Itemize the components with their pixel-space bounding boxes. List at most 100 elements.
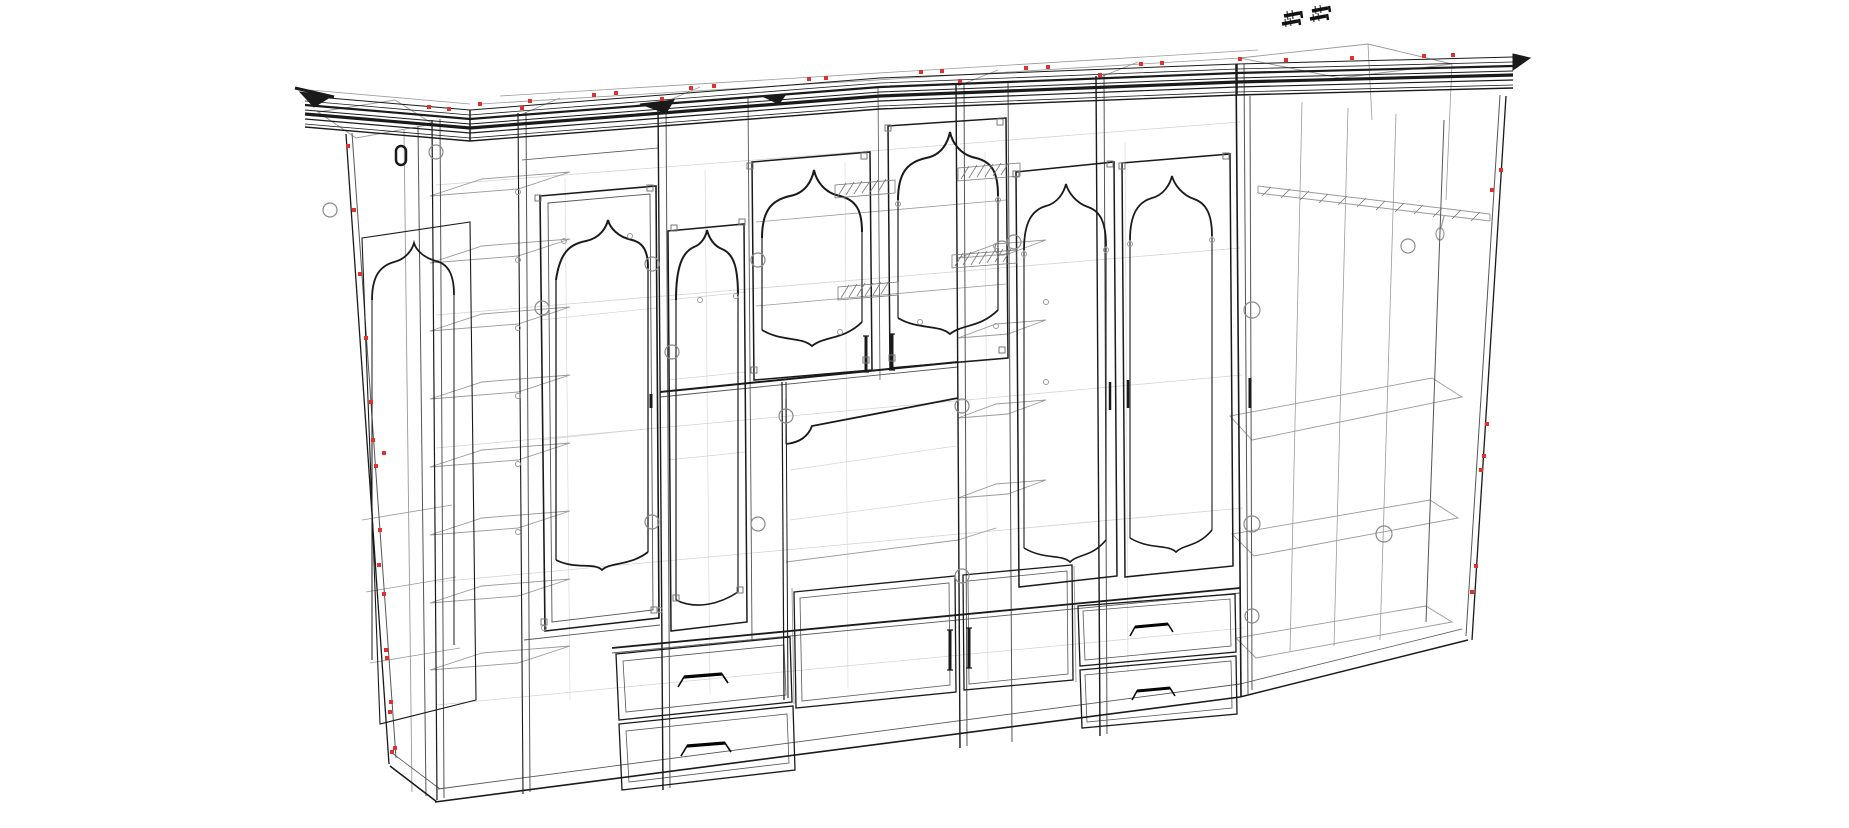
vertex-markers-square <box>1046 65 1050 69</box>
dark-structure-path <box>786 398 958 444</box>
vertex-markers-square <box>1139 62 1143 66</box>
dark-structure <box>295 54 1530 802</box>
mid-structure-path <box>1008 82 1012 742</box>
mid-structure-path <box>440 119 444 798</box>
dark-structure-path <box>1130 530 1212 552</box>
vertex-markers-square <box>385 656 389 660</box>
dark-structure-path <box>305 127 470 141</box>
backdrop-faint-lines-path <box>790 498 956 520</box>
shelf-pin-circles-circle <box>1044 380 1049 385</box>
carcass-gray-structure-path <box>756 200 1006 222</box>
backdrop-faint-lines-path <box>668 452 746 460</box>
vertex-markers-square <box>592 93 596 97</box>
vertex-markers-square <box>1470 590 1474 594</box>
dark-structure-path <box>762 322 862 346</box>
vertex-markers-square <box>369 400 373 404</box>
dark-structure-path <box>676 592 738 605</box>
carcass-gray-structure-path <box>1368 44 1372 120</box>
carcass-gray-structure-path <box>958 480 1046 498</box>
shelf-pin-circles-circle <box>628 234 633 239</box>
hardware-fastener-screws-path <box>1329 6 1330 12</box>
vertex-markers-square <box>478 102 482 106</box>
vertex-markers-square <box>940 69 944 73</box>
carcass-gray-structure-path <box>1441 216 1444 228</box>
hardware-fastener-screws-path <box>1299 19 1300 25</box>
mid-structure-path <box>438 684 1240 789</box>
vertex-markers-square <box>1499 168 1503 172</box>
dark-structure-path <box>518 113 523 794</box>
dark-structure-path <box>432 120 437 800</box>
dark-structure-path <box>619 706 795 790</box>
vertex-markers-square <box>1098 73 1102 77</box>
vertex-markers-square <box>689 86 693 90</box>
dark-structure-path <box>540 186 659 631</box>
dark-structure-path <box>782 382 784 700</box>
hinge-cup-circles-circle <box>751 517 765 531</box>
dark-structure-path <box>963 565 1073 690</box>
hatch-patches-and-rail-threads-path <box>958 163 1020 181</box>
shelf-pin-circles-circle <box>698 298 703 303</box>
carcass-gray-structure-path <box>1232 500 1458 556</box>
hinge-cup-circles-circle <box>1244 302 1260 318</box>
backdrop-faint-lines-path <box>705 170 710 695</box>
carcass-gray-structure-path <box>1290 102 1302 652</box>
hinge-cup-circles-circle <box>955 569 969 583</box>
backdrop-faint-lines-path <box>436 375 1242 448</box>
backdrop-faint-lines-path <box>436 508 1243 582</box>
mid-structure-path <box>623 645 786 712</box>
mid-structure-path <box>522 148 658 160</box>
mid-structure-path <box>1426 120 1444 622</box>
vertex-markers-square <box>1451 53 1455 57</box>
vertex-markers-square <box>919 70 923 74</box>
carcass-gray-structure-path <box>1334 108 1348 646</box>
dark-structure-path <box>1130 176 1212 240</box>
carcass-gray-structure-path <box>370 648 460 663</box>
dark-structure-path <box>556 220 648 280</box>
mid-structure-path <box>878 88 880 380</box>
dark-structure-path <box>435 697 1240 802</box>
vertex-markers-square <box>427 105 431 109</box>
vertex-markers-square <box>1479 468 1483 472</box>
hardware-fastener-screws <box>1282 5 1330 27</box>
vertex-markers-square <box>1238 57 1242 61</box>
carcass-gray-structure-path <box>430 375 570 399</box>
cad-viewport <box>0 0 1849 828</box>
shelf-pin-circles-circle <box>838 330 843 335</box>
carcass-gray-structure-path <box>756 284 1006 306</box>
dark-structure-path <box>1513 54 1530 70</box>
dark-structure-path <box>676 230 738 300</box>
vertex-markers-square <box>378 528 382 532</box>
furniture-wireframe-drawing <box>0 0 1849 828</box>
vertex-markers-square <box>1490 188 1494 192</box>
vertex-markers-square <box>520 106 524 110</box>
vertex-markers-square <box>958 79 962 83</box>
dark-structure-path <box>1472 96 1506 640</box>
drawer-handles <box>678 624 1175 756</box>
carcass-gray-structure-path <box>362 505 452 520</box>
vertex-markers-square <box>352 208 356 212</box>
vertex-markers-square <box>374 464 378 468</box>
mid-structure-path <box>626 714 789 782</box>
hatch-patches-and-rail-threads <box>835 162 1480 300</box>
drawer-handles-path <box>1137 688 1170 691</box>
dark-structure-path <box>616 637 792 720</box>
dark-structure-path <box>658 103 663 790</box>
mid-structure-path <box>800 583 950 701</box>
vertex-markers-square <box>389 700 393 704</box>
hinge-cup-circles-circle <box>1376 526 1392 542</box>
backdrop-faint-lines-path <box>790 446 956 470</box>
mid-structure-path <box>526 112 530 792</box>
hinge-cup-circles-circle <box>429 145 443 159</box>
vertex-markers-square <box>1482 454 1486 458</box>
vertex-markers-square <box>447 107 451 111</box>
carcass-gray-structure-path <box>1074 566 1076 682</box>
carcass-gray-structure-path <box>1258 193 1490 221</box>
vertex-markers-square <box>382 592 386 596</box>
dark-structure-path <box>1237 88 1513 95</box>
fitting-plate-squares-square <box>541 619 547 625</box>
vertex-markers-square <box>1485 422 1489 426</box>
vertex-markers-square <box>824 76 828 80</box>
dark-structure-path <box>660 362 958 392</box>
backdrop-faint-lines-path <box>565 178 570 700</box>
vertex-markers-square <box>390 750 394 754</box>
